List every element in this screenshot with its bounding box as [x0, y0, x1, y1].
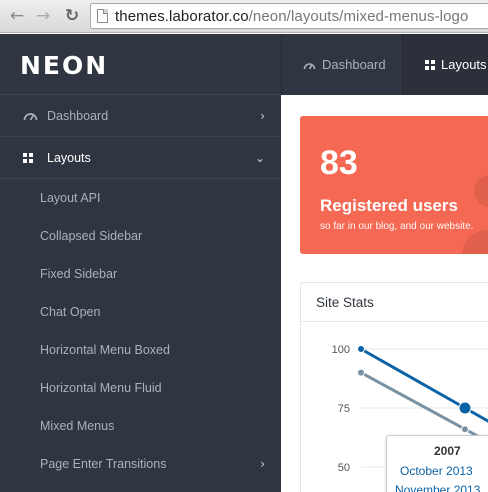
- main-content: 83 Registered users so far in our blog, …: [281, 95, 488, 492]
- submenu-item-layout-api[interactable]: Layout API: [0, 179, 281, 217]
- stat-title: Registered users: [320, 196, 458, 215]
- top-navigation: Dashboard Layouts: [281, 34, 488, 95]
- sidebar-item-label: Dashboard: [47, 108, 109, 123]
- gauge-icon: [303, 60, 316, 70]
- back-arrow-icon[interactable]: ←: [6, 5, 28, 27]
- url-text: themes.laborator.co/neon/layouts/mixed-m…: [115, 8, 469, 25]
- submenu-item-mixed-menus[interactable]: Mixed Menus: [0, 407, 281, 445]
- grid-icon: [23, 152, 39, 163]
- y-tick-label: 75: [338, 403, 350, 415]
- topnav-layouts-label: Layouts: [441, 57, 487, 72]
- chevron-down-icon: ⌄: [254, 150, 265, 165]
- y-tick-label: 50: [338, 462, 350, 474]
- forward-arrow-icon[interactable]: →: [32, 5, 54, 27]
- reload-icon[interactable]: ↻: [61, 5, 83, 27]
- submenu-item-horizontal-menu-fluid[interactable]: Horizontal Menu Fluid: [0, 369, 281, 407]
- panel-title: Site Stats: [301, 283, 488, 322]
- page-icon: [97, 9, 108, 23]
- logo-bar: NEON: [0, 34, 281, 95]
- stat-number: 83: [320, 144, 358, 182]
- gauge-icon: [23, 110, 39, 121]
- tooltip-title: 2007: [434, 444, 461, 458]
- sidebar-item-label: Layouts: [47, 150, 91, 165]
- logo[interactable]: NEON: [20, 51, 108, 80]
- topnav-dashboard-label: Dashboard: [322, 57, 386, 72]
- tooltip-line: November 2013: [395, 483, 481, 492]
- y-tick-label: 100: [332, 344, 350, 356]
- browser-toolbar: ← → ↻ themes.laborator.co/neon/layouts/m…: [0, 0, 488, 33]
- data-point[interactable]: [357, 368, 365, 377]
- chart-tooltip: 2007 October 2013 November 2013: [386, 435, 488, 492]
- submenu-item-horizontal-menu-boxed[interactable]: Horizontal Menu Boxed: [0, 331, 281, 369]
- data-point[interactable]: [458, 401, 472, 415]
- chevron-right-icon: ›: [260, 108, 265, 123]
- topnav-dashboard[interactable]: Dashboard: [282, 34, 403, 95]
- stat-tile: 83 Registered users so far in our blog, …: [300, 116, 488, 254]
- sidebar-item-dashboard[interactable]: Dashboard ›: [0, 95, 281, 137]
- chevron-right-icon: ›: [260, 456, 265, 471]
- series-line: [360, 347, 488, 423]
- submenu-item-fixed-sidebar[interactable]: Fixed Sidebar: [0, 255, 281, 293]
- grid-icon: [425, 59, 435, 70]
- topnav-layouts[interactable]: Layouts: [403, 34, 488, 95]
- submenu-item-chat-open[interactable]: Chat Open: [0, 293, 281, 331]
- submenu-item-collapsed-sidebar[interactable]: Collapsed Sidebar: [0, 217, 281, 255]
- data-point[interactable]: [357, 345, 365, 353]
- sidebar: Dashboard › Layouts ⌄ Layout API Collaps…: [0, 95, 281, 492]
- submenu-item-page-enter-transitions[interactable]: Page Enter Transitions ›: [0, 445, 281, 483]
- address-bar[interactable]: themes.laborator.co/neon/layouts/mixed-m…: [90, 3, 488, 29]
- user-silhouette-icon: [462, 175, 488, 254]
- stat-subtitle: so far in our blog, and our website.: [320, 221, 474, 232]
- sidebar-item-layouts[interactable]: Layouts ⌄: [0, 137, 281, 179]
- data-point[interactable]: [461, 425, 469, 434]
- tooltip-line: October 2013: [400, 464, 473, 478]
